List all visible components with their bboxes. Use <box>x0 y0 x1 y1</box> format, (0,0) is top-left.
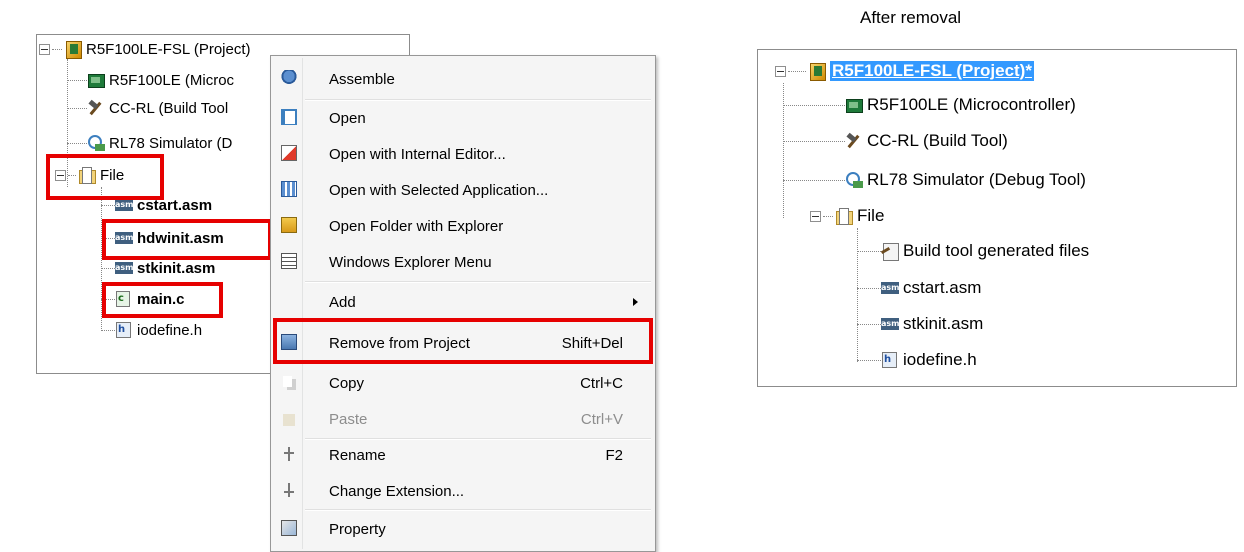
menu-item-assemble[interactable]: Assemble <box>273 64 651 94</box>
microcontroller-icon <box>845 96 863 114</box>
menu-separator <box>305 362 651 364</box>
collapse-icon[interactable] <box>775 65 786 77</box>
menu-separator <box>305 509 651 511</box>
collapse-icon[interactable] <box>55 169 66 181</box>
project-icon <box>64 40 82 59</box>
tree-connector <box>857 324 881 325</box>
property-icon <box>281 520 297 536</box>
collapse-icon[interactable] <box>39 43 50 55</box>
menu-item-rename[interactable]: Rename F2 <box>273 440 651 470</box>
menu-separator <box>305 281 651 283</box>
menu-item-add[interactable]: Add <box>273 287 651 317</box>
tree-connector <box>783 83 784 218</box>
tree-node-file[interactable]: stkinit.asm <box>115 257 215 279</box>
tree-connector <box>101 330 115 331</box>
asm-file-icon <box>115 196 133 214</box>
tree-connector <box>67 108 87 109</box>
menu-item-paste[interactable]: Paste Ctrl+V <box>273 404 651 434</box>
rename-icon <box>281 446 297 462</box>
project-label: R5F100LE-FSL (Project) <box>86 40 251 58</box>
tree-node-file[interactable]: iodefine.h <box>881 347 977 373</box>
tree-node-build-tool[interactable]: CC-RL (Build Tool <box>87 97 228 119</box>
asm-file-icon <box>115 229 133 247</box>
menu-item-remove-from-project[interactable]: Remove from Project Shift+Del <box>273 328 651 358</box>
folder-icon <box>835 207 853 225</box>
debug-tool-icon <box>87 134 105 152</box>
editor-icon <box>281 145 297 161</box>
tree-node-project[interactable]: R5F100LE-FSL (Project) <box>39 38 251 60</box>
asm-file-icon <box>881 279 899 297</box>
tree-node-file[interactable]: cstart.asm <box>881 275 981 301</box>
hammer-icon <box>87 99 105 117</box>
tree-node-debug-tool[interactable]: RL78 Simulator (D <box>87 132 232 154</box>
tree-connector <box>101 268 115 269</box>
c-file-icon <box>115 290 133 308</box>
tree-node-project[interactable]: R5F100LE-FSL (Project)* <box>775 58 1034 84</box>
tree-connector <box>67 143 87 144</box>
tree-node-microcontroller[interactable]: R5F100LE (Microcontroller) <box>845 92 1076 118</box>
tree-node-microcontroller[interactable]: R5F100LE (Microc <box>87 69 234 91</box>
context-menu: Assemble Open Open with Internal Editor.… <box>270 55 656 552</box>
tree-connector <box>857 360 881 361</box>
menu-item-open-internal-editor[interactable]: Open with Internal Editor... <box>273 139 651 169</box>
menu-item-windows-explorer-menu[interactable]: Windows Explorer Menu <box>273 247 651 277</box>
open-icon <box>281 109 297 125</box>
submenu-arrow-icon <box>633 298 638 306</box>
tree-connector <box>783 105 845 106</box>
paste-icon <box>281 410 297 426</box>
tree-connector <box>783 180 845 181</box>
project-icon <box>808 62 826 81</box>
menu-separator <box>305 320 651 322</box>
tree-connector <box>857 288 881 289</box>
microcontroller-icon <box>87 71 105 89</box>
assemble-icon <box>281 70 297 86</box>
menu-separator <box>305 99 651 101</box>
explorer-folder-icon <box>281 217 297 233</box>
menu-item-open[interactable]: Open <box>273 103 651 133</box>
collapse-icon[interactable] <box>810 210 821 222</box>
folder-icon <box>78 166 96 184</box>
menu-icon <box>281 253 297 269</box>
debug-tool-icon <box>845 171 863 189</box>
generated-files-icon <box>881 242 899 261</box>
after-caption: After removal <box>860 8 962 27</box>
remove-icon <box>281 334 297 350</box>
menu-item-property[interactable]: Property <box>273 514 651 544</box>
tree-connector <box>857 228 858 362</box>
tree-node-file[interactable]: cstart.asm <box>115 194 212 216</box>
change-extension-icon <box>281 482 297 498</box>
tree-node-debug-tool[interactable]: RL78 Simulator (Debug Tool) <box>845 167 1086 193</box>
project-tree-panel-after: R5F100LE-FSL (Project)* R5F100LE (Microc… <box>757 49 1237 387</box>
project-label-selected: R5F100LE-FSL (Project)* <box>830 61 1034 81</box>
tree-connector <box>67 80 87 81</box>
asm-file-icon <box>115 259 133 277</box>
tree-node-file[interactable]: main.c <box>115 288 185 310</box>
copy-icon <box>281 374 297 390</box>
application-icon <box>281 181 297 197</box>
hammer-icon <box>845 132 863 150</box>
tree-node-generated-files[interactable]: Build tool generated files <box>881 238 1089 264</box>
menu-item-open-selected-application[interactable]: Open with Selected Application... <box>273 175 651 205</box>
tree-connector <box>101 299 115 300</box>
tree-connector <box>783 141 845 142</box>
tree-node-build-tool[interactable]: CC-RL (Build Tool) <box>845 128 1008 154</box>
header-file-icon <box>115 321 133 339</box>
tree-connector <box>857 251 881 252</box>
menu-item-open-folder-explorer[interactable]: Open Folder with Explorer <box>273 211 651 241</box>
tree-connector <box>101 205 115 206</box>
tree-node-file[interactable]: hdwinit.asm <box>115 227 224 249</box>
tree-node-file-folder[interactable]: File <box>810 203 884 229</box>
tree-connector <box>101 187 102 331</box>
asm-file-icon <box>881 315 899 333</box>
tree-connector <box>101 238 115 239</box>
menu-item-copy[interactable]: Copy Ctrl+C <box>273 368 651 398</box>
tree-node-file-folder[interactable]: File <box>55 164 124 186</box>
header-file-icon <box>881 351 899 369</box>
tree-node-file[interactable]: stkinit.asm <box>881 311 983 337</box>
menu-item-change-extension[interactable]: Change Extension... <box>273 476 651 506</box>
tree-node-file[interactable]: iodefine.h <box>115 319 202 341</box>
